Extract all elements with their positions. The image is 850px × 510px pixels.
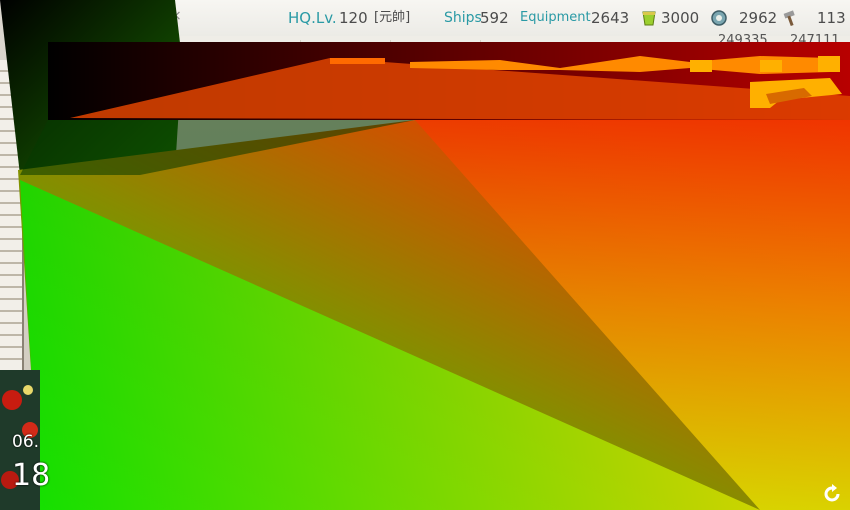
clock-date: 06. — [12, 432, 40, 452]
clock-time: 18 — [12, 458, 51, 493]
refresh-icon[interactable] — [820, 482, 844, 506]
game-window: × HQ.Lv. 120 [元帥] Ships 592 Equipment 26… — [0, 0, 850, 510]
render-glitch-overlay — [0, 0, 850, 510]
